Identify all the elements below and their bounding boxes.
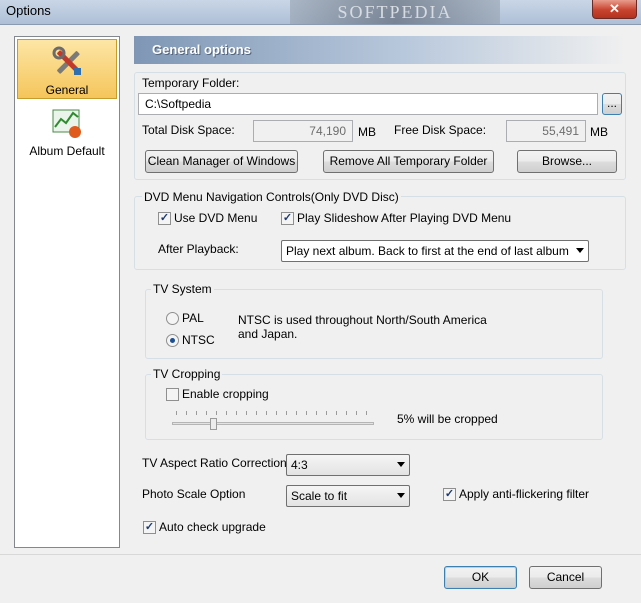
total-disk-label: Total Disk Space: (142, 123, 235, 137)
category-sidebar: General Album Default (14, 36, 120, 548)
clean-manager-button[interactable]: Clean Manager of Windows (145, 150, 298, 173)
close-icon: ✕ (609, 1, 620, 16)
after-playback-value: Play next album. Back to first at the en… (286, 244, 569, 258)
play-slideshow-label: Play Slideshow After Playing DVD Menu (297, 211, 512, 225)
sidebar-item-label: Album Default (29, 144, 105, 158)
pal-label: PAL (182, 311, 204, 325)
crop-slider-thumb[interactable] (210, 418, 217, 430)
browse-dots-button[interactable]: ... (602, 93, 622, 115)
chart-icon (52, 109, 81, 138)
free-disk-label: Free Disk Space: (394, 123, 487, 137)
free-disk-unit: MB (590, 125, 608, 139)
sidebar-item-general[interactable]: General (17, 39, 117, 99)
temp-folder-path-field[interactable]: C:\Softpedia (138, 93, 598, 115)
ok-button[interactable]: OK (444, 566, 517, 589)
auto-upgrade-checkbox[interactable]: ✓ (143, 521, 156, 534)
after-playback-select[interactable]: Play next album. Back to first at the en… (281, 240, 589, 262)
cancel-button[interactable]: Cancel (529, 566, 602, 589)
footer-divider (0, 554, 641, 555)
close-button[interactable]: ✕ (592, 0, 637, 19)
remove-temp-folders-button[interactable]: Remove All Temporary Folder (323, 150, 494, 173)
enable-cropping-label: Enable cropping (182, 387, 269, 401)
browse-button[interactable]: Browse... (517, 150, 617, 173)
chevron-down-icon (576, 248, 584, 253)
chevron-down-icon (397, 462, 405, 467)
aspect-ratio-label: TV Aspect Ratio Correction (142, 456, 287, 470)
sidebar-item-label: General (45, 83, 89, 97)
anti-flicker-checkbox[interactable]: ✓ (443, 488, 456, 501)
crop-amount-text: 5% will be cropped (397, 412, 498, 426)
photo-scale-value: Scale to fit (291, 489, 348, 503)
dvd-menu-label: DVD Menu Navigation Controls(Only DVD Di… (142, 190, 401, 204)
pal-radio[interactable] (166, 312, 179, 325)
use-dvd-menu-label: Use DVD Menu (174, 211, 258, 225)
total-disk-unit: MB (358, 125, 376, 139)
crop-slider-ticks (176, 411, 371, 415)
section-header: General options (134, 36, 626, 64)
aspect-ratio-select[interactable]: 4:3 (286, 454, 410, 476)
after-playback-label: After Playback: (158, 242, 239, 256)
page-title: General options (152, 42, 251, 57)
total-disk-field: 74,190 (253, 120, 353, 142)
tv-cropping-label: TV Cropping (151, 367, 223, 381)
enable-cropping-checkbox[interactable] (166, 388, 179, 401)
softpedia-watermark: SOFTPEDIA (290, 0, 500, 24)
play-slideshow-checkbox[interactable]: ✓ (281, 212, 294, 225)
chevron-down-icon (397, 493, 405, 498)
tools-icon (52, 46, 81, 75)
title-bar: Options SOFTPEDIA ✕ (0, 0, 641, 25)
tv-cropping-group (145, 374, 603, 440)
photo-scale-select[interactable]: Scale to fit (286, 485, 410, 507)
crop-slider-track[interactable] (172, 422, 374, 425)
temp-folder-label: Temporary Folder: (142, 76, 240, 90)
free-disk-field: 55,491 (506, 120, 586, 142)
tv-system-label: TV System (151, 282, 214, 296)
use-dvd-menu-checkbox[interactable]: ✓ (158, 212, 171, 225)
auto-upgrade-label: Auto check upgrade (159, 520, 266, 534)
tv-system-description: NTSC is used throughout North/South Amer… (238, 313, 487, 341)
ntsc-radio[interactable] (166, 334, 179, 347)
sidebar-item-album-default[interactable]: Album Default (17, 101, 117, 161)
anti-flicker-label: Apply anti-flickering filter (459, 487, 590, 501)
ntsc-label: NTSC (182, 333, 215, 347)
photo-scale-label: Photo Scale Option (142, 487, 246, 501)
aspect-ratio-value: 4:3 (291, 458, 308, 472)
window-title: Options (6, 3, 51, 18)
